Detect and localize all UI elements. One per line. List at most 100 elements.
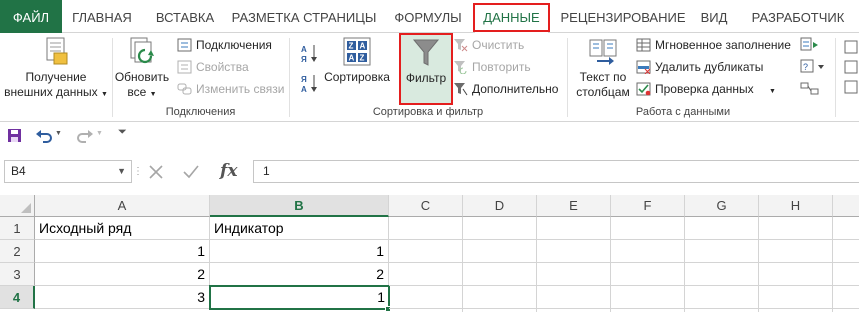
select-all-button[interactable] xyxy=(0,195,35,217)
reapply-label: Повторить xyxy=(472,60,531,74)
text-to-columns-line2: столбцам xyxy=(576,85,630,99)
connections-label: Подключения xyxy=(196,38,272,52)
cell-b4-active[interactable]: 1 xyxy=(209,285,390,310)
undo-icon[interactable] xyxy=(35,128,53,143)
tab-file[interactable]: ФАЙЛ xyxy=(0,0,62,33)
refresh-icon xyxy=(130,37,154,64)
undo-dropdown-icon[interactable]: ▼ xyxy=(55,130,62,137)
row-header-4[interactable]: 4 xyxy=(0,286,35,309)
column-header-g[interactable]: G xyxy=(685,195,759,217)
empty-cells-area[interactable] xyxy=(389,217,859,312)
tab-formulas[interactable]: ФОРМУЛЫ xyxy=(386,0,470,33)
what-if-analysis-icon[interactable]: ? xyxy=(800,59,828,74)
chevron-down-icon[interactable]: ▼ xyxy=(769,88,776,95)
save-icon[interactable] xyxy=(7,128,22,143)
redo-dropdown-icon[interactable]: ▼ xyxy=(96,130,103,137)
ribbon: Получение внешних данных ▼ Обновить все … xyxy=(0,33,859,122)
refresh-all-line1: Обновить xyxy=(114,70,170,84)
database-icon xyxy=(46,37,68,65)
name-box-value: B4 xyxy=(11,164,26,178)
advanced-button[interactable]: Дополнительно xyxy=(453,79,558,99)
get-external-data-button[interactable]: Получение внешних данных ▼ xyxy=(2,33,110,102)
customize-qat-icon[interactable]: ⏷ xyxy=(118,126,127,139)
quick-access-toolbar: ▼ ▼ ⏷ xyxy=(0,122,859,149)
data-validation-button[interactable]: Проверка данных ▼ xyxy=(636,79,776,99)
tab-review[interactable]: РЕЦЕНЗИРОВАНИЕ xyxy=(556,0,690,33)
worksheet-grid: A B C D E F G H 1 2 3 4 Исходный ряд Инд… xyxy=(0,195,859,312)
formula-buttons: fx xyxy=(140,160,252,183)
row-header-1[interactable]: 1 xyxy=(0,217,35,240)
consolidate-icon[interactable] xyxy=(800,37,820,52)
chevron-down-icon[interactable]: ▼ xyxy=(117,161,126,182)
cell-a1[interactable]: Исходный ряд xyxy=(35,217,210,240)
svg-text:A: A xyxy=(301,85,307,93)
flash-fill-label: Мгновенное заполнение xyxy=(655,38,791,52)
outline-icon[interactable] xyxy=(843,39,859,99)
sort-za-icon[interactable]: Я A xyxy=(301,73,319,93)
sort-az-icon[interactable]: A Я xyxy=(301,43,319,63)
reapply-button[interactable]: Повторить xyxy=(453,57,531,77)
connections-button[interactable]: Подключения xyxy=(177,35,272,55)
tab-page-layout[interactable]: РАЗМЕТКА СТРАНИЦЫ xyxy=(228,0,380,33)
clear-button[interactable]: Очистить xyxy=(453,35,524,55)
remove-duplicates-button[interactable]: Удалить дубликаты xyxy=(636,57,763,77)
cell-a4[interactable]: 3 xyxy=(35,286,210,309)
clear-filter-icon xyxy=(454,38,468,52)
tab-insert[interactable]: ВСТАВКА xyxy=(142,0,228,33)
row-header-2[interactable]: 2 xyxy=(0,240,35,263)
group-label-connections: Подключения xyxy=(165,106,236,118)
column-header-d[interactable]: D xyxy=(463,195,537,217)
edit-links-button[interactable]: Изменить связи xyxy=(177,79,284,99)
cell-a2[interactable]: 1 xyxy=(35,240,210,263)
cell-a3[interactable]: 2 xyxy=(35,263,210,286)
insert-function-icon[interactable]: fx xyxy=(220,161,237,181)
row-header-3[interactable]: 3 xyxy=(0,263,35,286)
column-header-f[interactable]: F xyxy=(611,195,685,217)
cell-b1[interactable]: Индикатор xyxy=(210,217,389,240)
get-external-data-line1: Получение xyxy=(25,70,87,84)
cell-b2[interactable]: 1 xyxy=(210,240,389,263)
data-validation-label: Проверка данных xyxy=(655,82,754,96)
svg-text:?: ? xyxy=(803,62,808,72)
text-to-columns-button[interactable]: Текст по столбцам xyxy=(572,33,634,100)
text-to-columns-line1: Текст по xyxy=(579,70,627,84)
name-box[interactable]: B4 ▼ xyxy=(4,160,132,183)
column-header-a[interactable]: A xyxy=(35,195,210,217)
column-header-partial[interactable] xyxy=(833,195,859,217)
filter-label: Фильтр xyxy=(405,71,447,85)
tab-home[interactable]: ГЛАВНАЯ xyxy=(62,0,142,33)
chevron-down-icon: ▼ xyxy=(100,91,108,98)
svg-text:Я: Я xyxy=(301,75,307,84)
properties-label: Свойства xyxy=(196,60,249,74)
column-header-b[interactable]: B xyxy=(210,195,389,217)
svg-text:A: A xyxy=(360,42,366,51)
remove-duplicates-label: Удалить дубликаты xyxy=(655,60,764,74)
flash-fill-button[interactable]: Мгновенное заполнение xyxy=(636,35,791,55)
data-validation-icon xyxy=(636,82,651,96)
group-label-data-tools: Работа с данными xyxy=(635,106,731,118)
sort-dialog-icon: Z A A Z xyxy=(343,37,371,66)
text-to-columns-icon xyxy=(589,39,617,65)
svg-text:Z: Z xyxy=(360,54,365,63)
cancel-icon[interactable] xyxy=(148,164,164,180)
sort-label: Сортировка xyxy=(324,70,390,84)
refresh-all-button[interactable]: Обновить все ▼ xyxy=(113,33,171,102)
column-header-c[interactable]: C xyxy=(389,195,463,217)
column-header-e[interactable]: E xyxy=(537,195,611,217)
cell-b3[interactable]: 2 xyxy=(210,263,389,286)
edit-links-label: Изменить связи xyxy=(196,82,285,96)
group-label-sort-filter: Сортировка и фильтр xyxy=(372,106,484,118)
properties-button[interactable]: Свойства xyxy=(177,57,249,77)
tab-developer[interactable]: РАЗРАБОТЧИК xyxy=(742,0,854,33)
flash-fill-icon xyxy=(636,38,651,52)
column-header-h[interactable]: H xyxy=(759,195,833,217)
relationships-icon[interactable] xyxy=(800,81,820,96)
filter-button[interactable]: Фильтр xyxy=(399,33,453,105)
redo-icon[interactable] xyxy=(76,128,94,143)
ribbon-tab-bar: ФАЙЛ ГЛАВНАЯ ВСТАВКА РАЗМЕТКА СТРАНИЦЫ Ф… xyxy=(0,0,859,33)
formula-input[interactable]: 1 xyxy=(253,160,859,183)
tab-view[interactable]: ВИД xyxy=(694,0,734,33)
sort-button[interactable]: Z A A Z Сортировка xyxy=(322,33,392,85)
chevron-down-icon: ▼ xyxy=(149,91,157,98)
enter-icon[interactable] xyxy=(182,164,200,180)
